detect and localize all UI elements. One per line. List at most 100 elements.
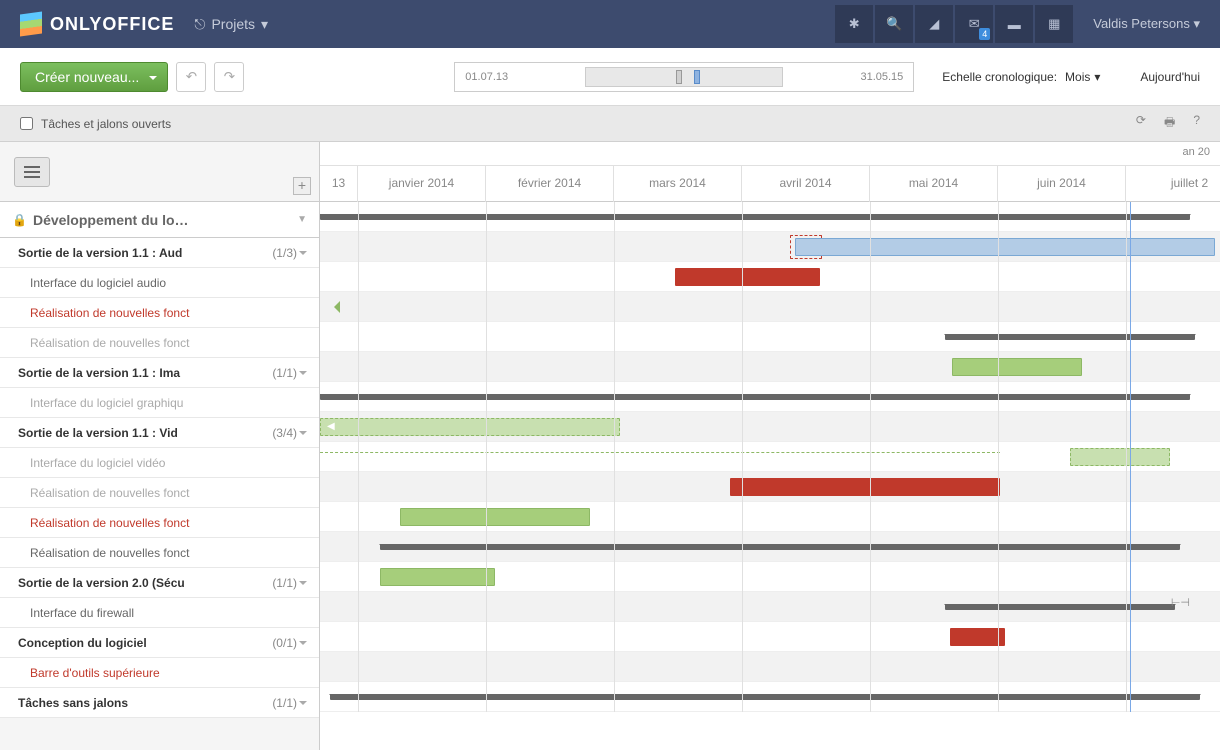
task-label: Interface du logiciel vidéo: [30, 456, 165, 470]
gantt-dependency-line: [320, 452, 1000, 453]
gantt-body[interactable]: ◀ ⊢⊣: [320, 202, 1220, 712]
task-label: Réalisation de nouvelles fonct: [30, 516, 189, 530]
gear-icon[interactable]: ✱: [835, 5, 873, 43]
project-header[interactable]: 🔒 Développement du lo… ▼: [0, 202, 319, 238]
gantt-bar[interactable]: [1070, 448, 1170, 466]
feed-icon[interactable]: ◢: [915, 5, 953, 43]
task-count[interactable]: (3/4): [272, 426, 307, 440]
month-cell: mars 2014: [614, 166, 742, 202]
lock-icon: 🔒: [12, 213, 27, 227]
task-row[interactable]: Interface du logiciel vidéo: [0, 448, 319, 478]
milestone-row[interactable]: Sortie de la version 2.0 (Sécu(1/1): [0, 568, 319, 598]
today-link[interactable]: Aujourd'hui: [1140, 70, 1200, 84]
gantt-bar[interactable]: [730, 478, 1000, 496]
nav-projects-icon: ⎋: [194, 16, 205, 33]
calendar-icon[interactable]: ▦: [1035, 5, 1073, 43]
gantt-bar[interactable]: [380, 568, 495, 586]
task-count[interactable]: (1/1): [272, 576, 307, 590]
task-count[interactable]: (1/3): [272, 246, 307, 260]
range-handle-right[interactable]: [694, 70, 700, 84]
milestone-row[interactable]: Sortie de la version 1.1 : Vid(3/4): [0, 418, 319, 448]
scale-value: Mois: [1065, 70, 1090, 84]
app-header: ONLYOFFICE ⎋ Projets ▾ ✱ 🔍 ◢ ✉4 ▬ ▦ Vald…: [0, 0, 1220, 48]
scale-label: Echelle cronologique:: [942, 70, 1057, 84]
refresh-icon[interactable]: ⟳: [1136, 113, 1146, 134]
task-label: Réalisation de nouvelles fonct: [30, 336, 189, 350]
gantt-header: an 20 13janvier 2014février 2014mars 201…: [320, 142, 1220, 202]
gantt-bar[interactable]: ◀: [320, 418, 620, 436]
nav-projects[interactable]: ⎋ Projets ▾: [194, 16, 268, 33]
sidebar: + 🔒 Développement du lo… ▼ Sortie de la …: [0, 142, 320, 750]
search-icon[interactable]: 🔍: [875, 5, 913, 43]
sidebar-toolbar: +: [0, 142, 319, 202]
mail-icon[interactable]: ✉4: [955, 5, 993, 43]
task-label: Réalisation de nouvelles fonct: [30, 486, 189, 500]
task-row[interactable]: Réalisation de nouvelles fonct: [0, 298, 319, 328]
user-menu[interactable]: Valdis Petersons ▾: [1093, 16, 1200, 32]
month-cell: juin 2014: [998, 166, 1126, 202]
create-button[interactable]: Créer nouveau...: [20, 62, 168, 92]
task-label: Sortie de la version 1.1 : Ima: [18, 366, 180, 380]
task-row[interactable]: Réalisation de nouvelles fonct: [0, 478, 319, 508]
task-count[interactable]: (0/1): [272, 636, 307, 650]
gantt-chart: an 20 13janvier 2014février 2014mars 201…: [320, 142, 1220, 750]
chevron-down-icon: ▾: [1094, 70, 1100, 84]
year-label: an 20: [1182, 146, 1210, 158]
task-label: Réalisation de nouvelles fonct: [30, 306, 189, 320]
gantt-bar-summary[interactable]: [945, 604, 1175, 610]
grid-line: [998, 202, 999, 712]
gantt-bar[interactable]: [950, 628, 1005, 646]
gantt-bar-summary[interactable]: [320, 394, 1190, 400]
task-row[interactable]: Réalisation de nouvelles fonct: [0, 328, 319, 358]
logo[interactable]: ONLYOFFICE: [20, 13, 174, 35]
nav-projects-label: Projets: [211, 16, 255, 32]
help-icon[interactable]: ?: [1193, 113, 1200, 134]
open-tasks-checkbox[interactable]: [20, 117, 33, 130]
milestone-row[interactable]: Sortie de la version 1.1 : Aud(1/3): [0, 238, 319, 268]
add-button[interactable]: +: [293, 177, 311, 195]
range-track[interactable]: [585, 67, 783, 87]
gantt-bar-summary[interactable]: [945, 334, 1195, 340]
print-icon[interactable]: 🖶: [1164, 113, 1175, 134]
gantt-bar[interactable]: [795, 238, 1215, 256]
month-cell: 13: [320, 166, 358, 202]
task-row[interactable]: Interface du logiciel audio: [0, 268, 319, 298]
gantt-bar[interactable]: [400, 508, 590, 526]
milestone-row[interactable]: Tâches sans jalons(1/1): [0, 688, 319, 718]
grid-line: [358, 202, 359, 712]
month-cell: mai 2014: [870, 166, 998, 202]
hamburger-icon: [24, 171, 40, 173]
task-row[interactable]: Interface du logiciel graphiqu: [0, 388, 319, 418]
month-cell: janvier 2014: [358, 166, 486, 202]
gantt-bar-summary[interactable]: [320, 214, 1190, 220]
milestone-row[interactable]: Conception du logiciel(0/1): [0, 628, 319, 658]
task-count[interactable]: (1/1): [272, 696, 307, 710]
milestone-row[interactable]: Sortie de la version 1.1 : Ima (1/1): [0, 358, 319, 388]
scale-select[interactable]: Mois ▾: [1065, 70, 1100, 84]
task-row[interactable]: Réalisation de nouvelles fonct: [0, 508, 319, 538]
gantt-bar[interactable]: [952, 358, 1082, 376]
task-label: Interface du firewall: [30, 606, 134, 620]
chat-icon[interactable]: ▬: [995, 5, 1033, 43]
gantt-bar-summary[interactable]: [330, 694, 1200, 700]
task-label: Interface du logiciel graphiqu: [30, 396, 183, 410]
filter-bar: Tâches et jalons ouverts ⟳ 🖶 ?: [0, 106, 1220, 142]
today-line: [1130, 202, 1131, 712]
menu-button[interactable]: [14, 157, 50, 187]
month-cell: juillet 2: [1126, 166, 1220, 202]
chevron-down-icon: ▾: [1193, 16, 1200, 31]
task-row[interactable]: Interface du firewall: [0, 598, 319, 628]
logo-icon: [20, 11, 42, 36]
gantt-bar-summary[interactable]: [380, 544, 1180, 550]
mail-badge: 4: [979, 28, 990, 40]
redo-button[interactable]: ↷: [214, 62, 244, 92]
range-end: 31.05.15: [860, 71, 903, 83]
gantt-bar[interactable]: [675, 268, 820, 286]
range-handle-left[interactable]: [676, 70, 682, 84]
scroll-left-icon[interactable]: [328, 301, 340, 313]
task-row[interactable]: Barre d'outils supérieure: [0, 658, 319, 688]
task-count[interactable]: (1/1): [272, 366, 307, 380]
undo-button[interactable]: ↶: [176, 62, 206, 92]
task-row[interactable]: Réalisation de nouvelles fonct: [0, 538, 319, 568]
timeline-range[interactable]: 01.07.13 31.05.15: [454, 62, 914, 92]
